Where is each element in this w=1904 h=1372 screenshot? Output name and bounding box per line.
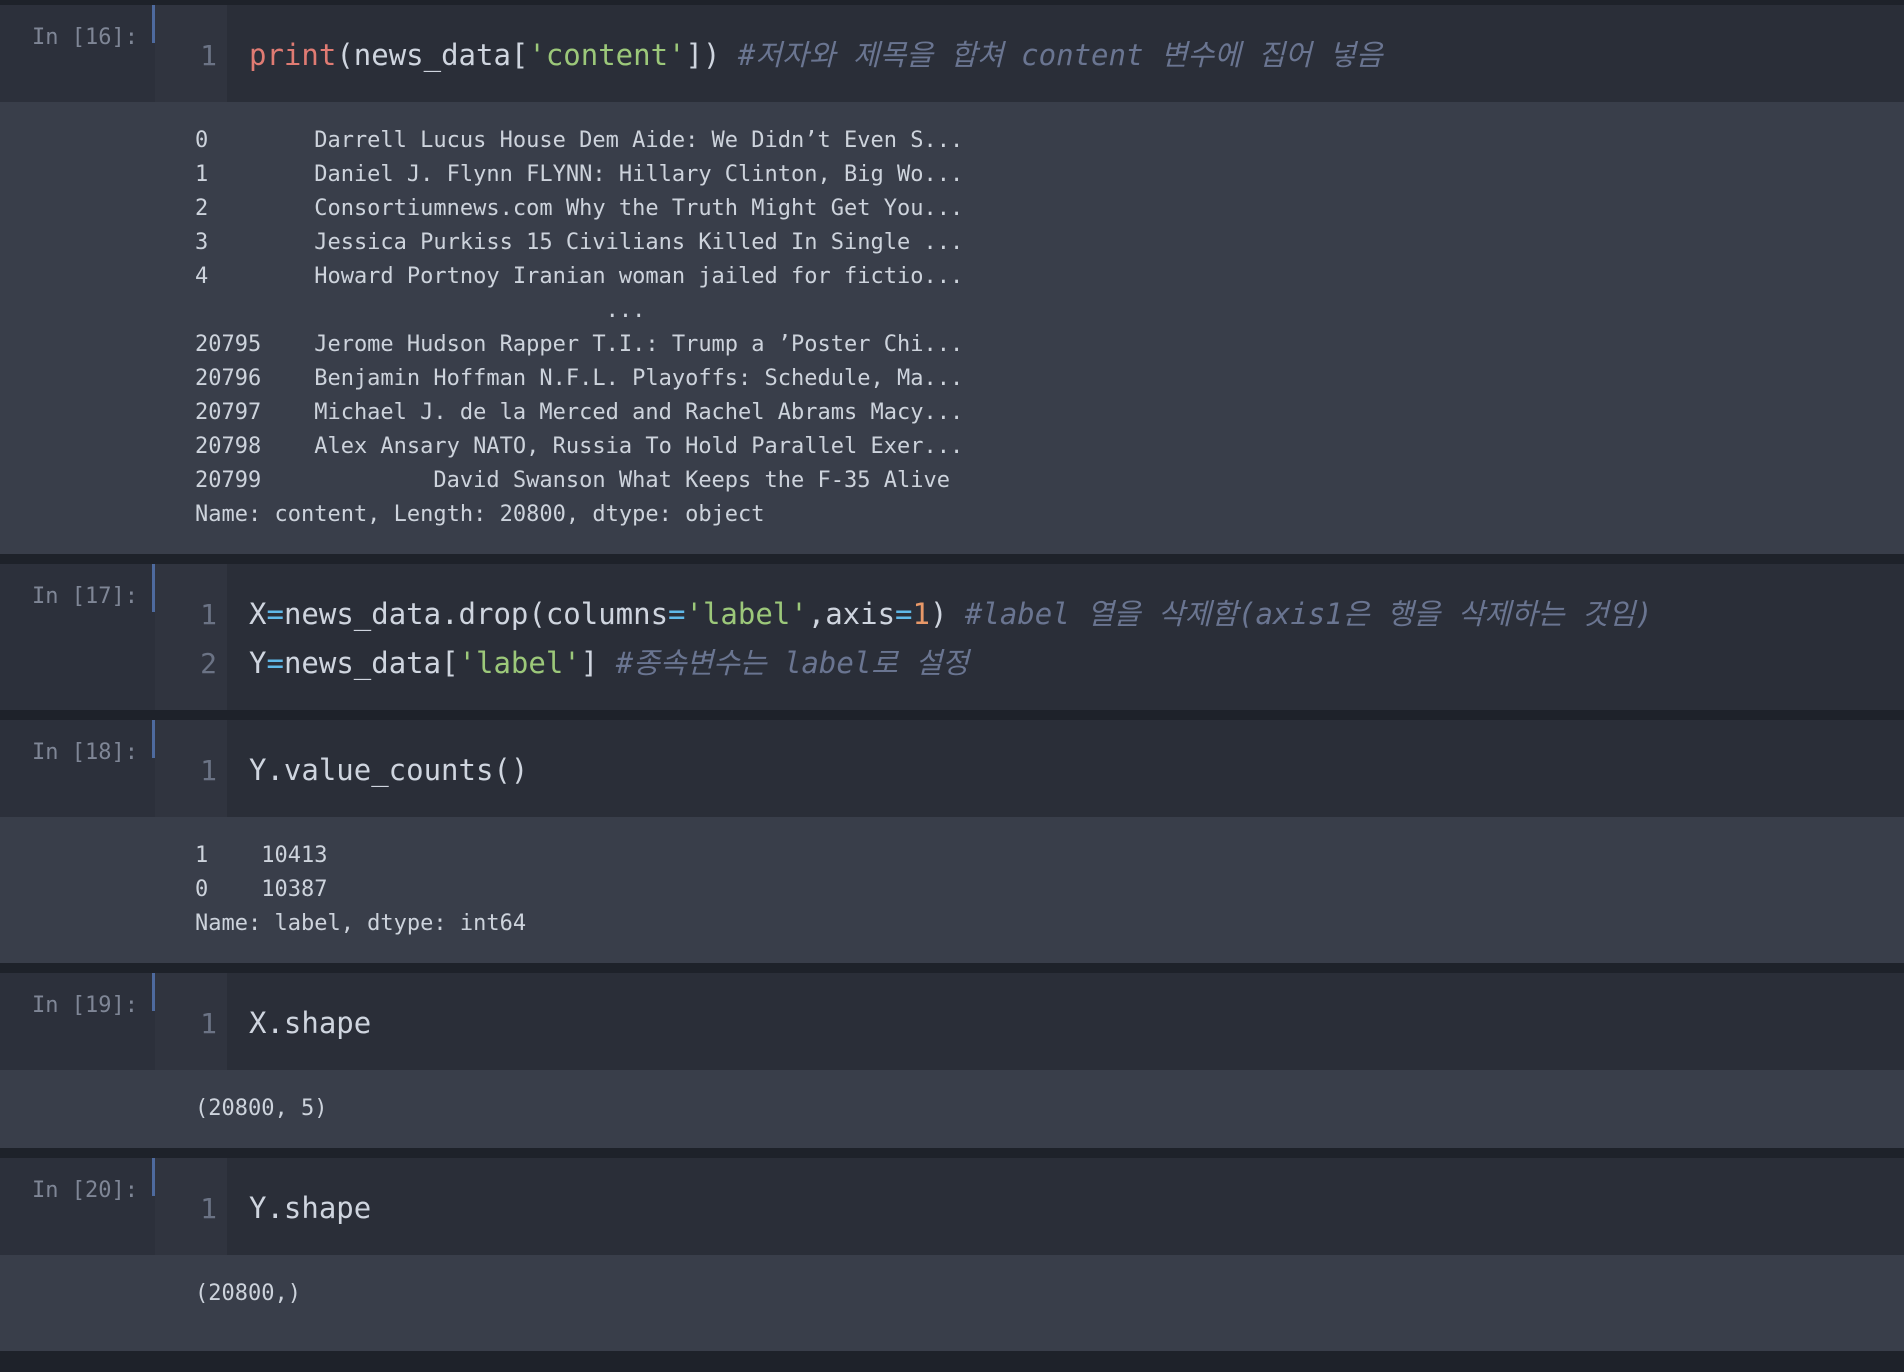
- prompt-label: In [19]:: [32, 993, 138, 1018]
- code-token: 'label': [458, 646, 581, 680]
- line-number: 1: [200, 754, 217, 787]
- output-area: 0 Darrell Lucus House Dem Aide: We Didn’…: [0, 102, 1904, 554]
- line-number-gutter: 1 2: [155, 564, 227, 710]
- cell-prompt: In [19]:: [0, 973, 155, 1070]
- code-comment: #종속변수는 label로 설정: [615, 646, 969, 680]
- code-token: ]): [685, 38, 738, 72]
- input-area[interactable]: In [19]: 1 X.shape: [0, 973, 1904, 1070]
- code-token: 1: [912, 597, 930, 631]
- code-token: ]: [580, 646, 616, 680]
- code-token: =: [668, 597, 686, 631]
- cell-selection-bar: [152, 1158, 155, 1196]
- output-line: 0 Darrell Lucus House Dem Aide: We Didn’…: [195, 128, 964, 153]
- code-line[interactable]: Y.value_counts(): [249, 746, 1904, 795]
- cell-20: In [20]: 1 Y.shape (20800,): [0, 1158, 1904, 1351]
- cell-17: In [17]: 1 2 X=news_data.drop(columns='l…: [0, 564, 1904, 710]
- code-line[interactable]: Y=news_data['label'] #종속변수는 label로 설정: [249, 639, 1904, 688]
- output-line: (20800,): [195, 1281, 301, 1306]
- line-number-gutter: 1: [155, 5, 227, 102]
- cell-prompt: In [18]:: [0, 720, 155, 817]
- code-line[interactable]: X.shape: [249, 999, 1904, 1048]
- prompt-label: In [16]:: [32, 25, 138, 50]
- output-line: 20799 David Swanson What Keeps the F-35 …: [195, 468, 950, 493]
- output-line: (20800, 5): [195, 1096, 328, 1121]
- code-line[interactable]: print(news_data['content']) #저자와 제목을 합쳐 …: [249, 31, 1904, 80]
- cell-prompt: In [16]:: [0, 5, 155, 102]
- cell-prompt: In [20]:: [0, 1158, 155, 1255]
- line-number: 1: [200, 1192, 217, 1225]
- cell-16: In [16]: 1 print(news_data['content']) #…: [0, 5, 1904, 554]
- code-line[interactable]: X=news_data.drop(columns='label',axis=1)…: [249, 590, 1904, 639]
- cell-prompt: In [17]:: [0, 564, 155, 710]
- cell-selection-bar: [152, 5, 155, 43]
- output-line: 20795 Jerome Hudson Rapper T.I.: Trump a…: [195, 332, 964, 357]
- code-token: =: [895, 597, 913, 631]
- cell-selection-bar: [152, 973, 155, 1011]
- code-editor[interactable]: print(news_data['content']) #저자와 제목을 합쳐 …: [227, 5, 1904, 102]
- code-editor[interactable]: Y.shape: [227, 1158, 1904, 1255]
- input-area[interactable]: In [20]: 1 Y.shape: [0, 1158, 1904, 1255]
- code-token: news_data[: [283, 646, 459, 680]
- code-token: ,axis: [807, 597, 896, 631]
- code-token: news_data.drop(columns: [283, 597, 669, 631]
- cell-selection-bar: [152, 720, 155, 758]
- output-area: (20800, 5): [0, 1070, 1904, 1148]
- cell-18: In [18]: 1 Y.value_counts() 1 10413 0 10…: [0, 720, 1904, 963]
- output-line: ...: [195, 298, 646, 323]
- cell-selection-bar: [152, 564, 155, 612]
- output-line: 0 10387: [195, 877, 328, 902]
- code-token: ): [929, 597, 965, 631]
- code-line[interactable]: Y.shape: [249, 1184, 1904, 1233]
- output-line: 4 Howard Portnoy Iranian woman jailed fo…: [195, 264, 964, 289]
- cell-19: In [19]: 1 X.shape (20800, 5): [0, 973, 1904, 1148]
- code-token: =: [266, 597, 284, 631]
- code-token: print: [249, 38, 337, 72]
- line-number-gutter: 1: [155, 973, 227, 1070]
- code-token: 'label': [685, 597, 808, 631]
- code-token: (news_data[: [336, 38, 529, 72]
- code-comment: #label 열을 삭제함(axis1은 행을 삭제하는 것임): [964, 597, 1653, 631]
- output-line: 1 Daniel J. Flynn FLYNN: Hillary Clinton…: [195, 162, 964, 187]
- output-line: Name: label, dtype: int64: [195, 911, 527, 936]
- line-number: 2: [200, 647, 217, 680]
- line-number-gutter: 1: [155, 720, 227, 817]
- code-editor[interactable]: X.shape: [227, 973, 1904, 1070]
- code-token: X: [249, 597, 267, 631]
- code-editor[interactable]: X=news_data.drop(columns='label',axis=1)…: [227, 564, 1904, 710]
- code-editor[interactable]: Y.value_counts(): [227, 720, 1904, 817]
- output-line: 20797 Michael J. de la Merced and Rachel…: [195, 400, 964, 425]
- code-comment: #저자와 제목을 합쳐 content 변수에 집어 넣음: [737, 38, 1383, 72]
- output-area: (20800,): [0, 1255, 1904, 1351]
- input-area[interactable]: In [17]: 1 2 X=news_data.drop(columns='l…: [0, 564, 1904, 710]
- code-token: Y: [249, 646, 267, 680]
- output-line: Name: content, Length: 20800, dtype: obj…: [195, 502, 765, 527]
- line-number: 1: [200, 1007, 217, 1040]
- prompt-label: In [18]:: [32, 740, 138, 765]
- input-area[interactable]: In [16]: 1 print(news_data['content']) #…: [0, 5, 1904, 102]
- code-token: 'content': [528, 38, 686, 72]
- line-number: 1: [200, 598, 217, 631]
- code-token: =: [266, 646, 284, 680]
- output-line: 1 10413: [195, 843, 328, 868]
- output-line: 20796 Benjamin Hoffman N.F.L. Playoffs: …: [195, 366, 964, 391]
- output-line: 20798 Alex Ansary NATO, Russia To Hold P…: [195, 434, 964, 459]
- prompt-label: In [17]:: [32, 584, 138, 609]
- output-line: 3 Jessica Purkiss 15 Civilians Killed In…: [195, 230, 964, 255]
- line-number: 1: [200, 39, 217, 72]
- output-line: 2 Consortiumnews.com Why the Truth Might…: [195, 196, 964, 221]
- input-area[interactable]: In [18]: 1 Y.value_counts(): [0, 720, 1904, 817]
- notebook: In [16]: 1 print(news_data['content']) #…: [0, 5, 1904, 1361]
- line-number-gutter: 1: [155, 1158, 227, 1255]
- prompt-label: In [20]:: [32, 1178, 138, 1203]
- output-area: 1 10413 0 10387 Name: label, dtype: int6…: [0, 817, 1904, 963]
